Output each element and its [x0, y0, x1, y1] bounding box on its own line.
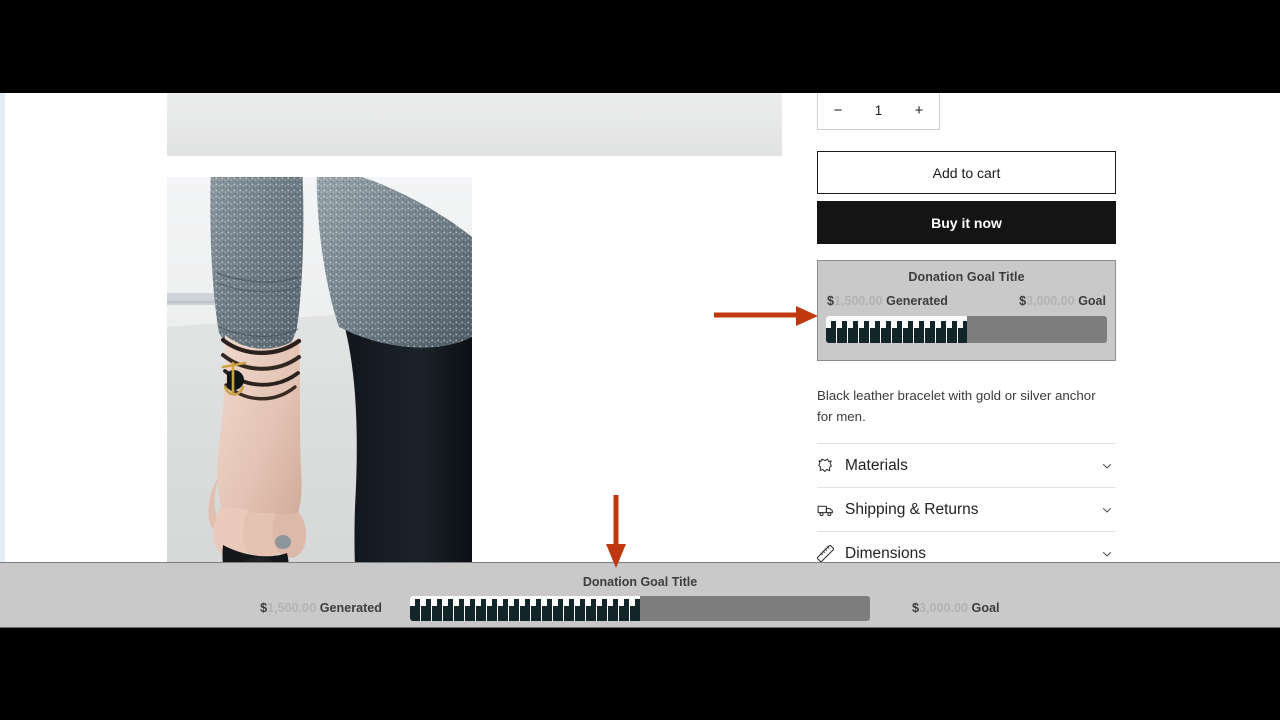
chevron-down-icon-shipping-returns[interactable] — [1098, 504, 1116, 516]
screen: − + Add to cart Buy it now Donation Goal… — [0, 0, 1280, 720]
sticky-generated-amount: 1,500.00 — [267, 601, 317, 615]
product-photo-bracelet[interactable] — [167, 177, 472, 628]
product-image-placeholder[interactable] — [167, 93, 782, 156]
letterbox-top — [0, 0, 1280, 93]
buy-it-now-button[interactable]: Buy it now — [817, 201, 1116, 244]
leather-hide-icon — [817, 457, 843, 474]
truck-icon — [817, 501, 843, 519]
donation-generated-label: Generated — [886, 294, 948, 308]
letterbox-bottom — [0, 628, 1280, 720]
chevron-down-icon-materials[interactable] — [1098, 460, 1116, 472]
sticky-generated-stat: $1,500.00 Generated — [110, 601, 410, 615]
donation-goal-widget: Donation Goal Title $1,500.00 Generated … — [817, 260, 1116, 361]
ruler-icon — [817, 545, 843, 562]
accordion-label-shipping-returns: Shipping & Returns — [845, 500, 979, 518]
donation-generated-stat: $1,500.00 Generated — [827, 294, 948, 308]
sticky-donation-row: $1,500.00 Generated $3,000.00 Goal — [0, 593, 1280, 623]
page-left-edge-strip — [0, 93, 5, 628]
sticky-donation-bar: Donation Goal Title $1,500.00 Generated … — [0, 562, 1280, 628]
quantity-increase-button[interactable]: + — [912, 103, 926, 118]
quantity-input[interactable] — [861, 102, 896, 118]
donation-goal-currency: $ — [1019, 294, 1027, 308]
sticky-generated-label: Generated — [319, 601, 382, 615]
donation-goal-label: Goal — [1078, 294, 1106, 308]
donation-generated-amount: 1,500.00 — [833, 294, 883, 308]
donation-goal-title: Donation Goal Title — [908, 270, 1025, 284]
accordion-label-materials: Materials — [845, 456, 908, 474]
quantity-decrease-button[interactable]: − — [831, 103, 845, 118]
accordion-label-dimensions: Dimensions — [845, 544, 926, 562]
chevron-down-icon-dimensions[interactable] — [1098, 548, 1116, 560]
sticky-goal-amount: 3,000.00 — [919, 601, 969, 615]
sticky-goal-stat: $3,000.00 Goal — [870, 601, 1170, 615]
donation-goal-stat: $3,000.00 Goal — [1019, 294, 1106, 308]
donation-generated-currency: $ — [827, 294, 834, 308]
add-to-cart-button[interactable]: Add to cart — [817, 151, 1116, 194]
sticky-goal-label: Goal — [971, 601, 1000, 615]
accordion-row-materials[interactable]: Materials — [817, 444, 1116, 488]
donation-goal-amount: 3,000.00 — [1026, 294, 1075, 308]
browser-page-viewport: − + Add to cart Buy it now Donation Goal… — [0, 93, 1280, 628]
product-accordion-list: Materials Shipping & Returns Dimensions — [817, 443, 1116, 576]
sticky-goal-currency: $ — [912, 601, 920, 615]
donation-goal-stats: $1,500.00 Generated $3,000.00 Goal — [826, 294, 1107, 308]
sticky-progress-fill — [410, 595, 640, 621]
sticky-donation-title: Donation Goal Title — [582, 575, 698, 589]
accordion-row-shipping-returns[interactable]: Shipping & Returns — [817, 488, 1116, 532]
quantity-stepper[interactable]: − + — [817, 93, 940, 130]
sticky-progress-track — [410, 595, 870, 621]
donation-progress-track — [826, 316, 1107, 343]
donation-progress-fill — [826, 316, 967, 343]
product-description: Black leather bracelet with gold or silv… — [817, 388, 1096, 424]
